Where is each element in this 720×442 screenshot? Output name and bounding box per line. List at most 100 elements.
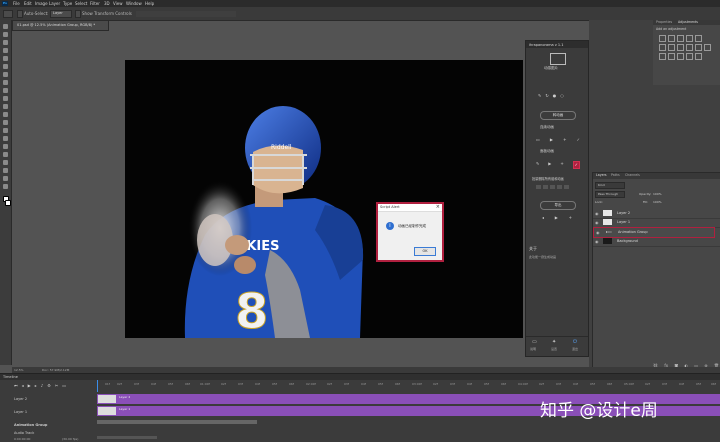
- color-balance-icon[interactable]: [668, 44, 675, 51]
- photo-filter-icon[interactable]: [686, 44, 693, 51]
- auto-select-checkbox[interactable]: [17, 10, 23, 18]
- pen-small-icon[interactable]: ✎: [538, 93, 541, 99]
- pen-icon[interactable]: [3, 136, 8, 141]
- play-icon[interactable]: ▶: [550, 137, 553, 143]
- menu-image[interactable]: Image: [35, 1, 48, 6]
- threshold-icon[interactable]: [677, 53, 684, 60]
- ok-button[interactable]: OK: [414, 247, 436, 256]
- zoom-level[interactable]: 12.5%: [14, 368, 24, 372]
- dodge-icon[interactable]: [3, 128, 8, 133]
- zoom-icon[interactable]: [3, 176, 8, 181]
- menu-window[interactable]: Window: [126, 1, 142, 6]
- gradient-map-icon[interactable]: [686, 53, 693, 60]
- footer-item-2[interactable]: 退出: [572, 347, 578, 351]
- footer-item-0[interactable]: 说明: [530, 347, 536, 351]
- monitor-icon[interactable]: ▭: [532, 339, 537, 345]
- playhead[interactable]: [97, 380, 98, 392]
- move-tool-icon[interactable]: [3, 10, 13, 18]
- eyedropper-icon[interactable]: [3, 64, 8, 69]
- show-transform-checkbox[interactable]: [75, 10, 81, 18]
- channel-mixer-icon[interactable]: [695, 44, 702, 51]
- posterize-icon[interactable]: [668, 53, 675, 60]
- eraser-icon[interactable]: [3, 104, 8, 109]
- lasso-icon[interactable]: [3, 40, 8, 45]
- tab-properties[interactable]: Properties: [656, 20, 672, 24]
- menu-type[interactable]: Type: [63, 1, 72, 6]
- eye-icon[interactable]: ◉: [596, 230, 600, 235]
- footer-item-1[interactable]: 设置: [551, 347, 557, 351]
- exposure-icon[interactable]: [686, 35, 693, 42]
- track-label[interactable]: Layer 2: [14, 397, 27, 401]
- eye-icon[interactable]: ◉: [595, 220, 599, 225]
- type-icon[interactable]: [3, 144, 8, 149]
- plus2-icon[interactable]: +: [560, 161, 563, 169]
- power-icon[interactable]: ⏻: [573, 339, 577, 345]
- convert-animation-button[interactable]: 转动画: [540, 111, 576, 120]
- tab-adjustments[interactable]: Adjustments: [678, 20, 698, 24]
- close-icon[interactable]: ×: [436, 204, 440, 210]
- blend-mode-select[interactable]: Pass Through: [595, 191, 625, 198]
- check-highlighted-icon[interactable]: ✓: [572, 161, 580, 169]
- menu-layer[interactable]: Layer: [49, 1, 60, 6]
- invert-icon[interactable]: [659, 53, 666, 60]
- vibrance-icon[interactable]: [695, 35, 702, 42]
- move-icon[interactable]: [3, 24, 8, 29]
- opacity-value[interactable]: 100%: [653, 192, 662, 196]
- align-buttons[interactable]: [135, 10, 237, 18]
- path-select-icon[interactable]: [3, 152, 8, 157]
- settings-icon[interactable]: ✦: [552, 339, 556, 345]
- split-icon[interactable]: ✂: [55, 383, 58, 389]
- tab-channels[interactable]: Channels: [625, 173, 640, 177]
- menu-help[interactable]: Help: [145, 1, 154, 6]
- document-tab[interactable]: 01.psd @ 12.5% (Animation Group, RGB/8) …: [12, 20, 109, 31]
- plus-icon[interactable]: +: [563, 137, 566, 143]
- quick-select-icon[interactable]: [3, 48, 8, 53]
- marquee-icon[interactable]: [3, 32, 8, 37]
- prev-icon[interactable]: ◂: [542, 215, 544, 221]
- prev-frame-icon[interactable]: ◂: [22, 383, 24, 389]
- brush-small-icon[interactable]: ✎: [536, 161, 539, 169]
- hand-icon[interactable]: [3, 168, 8, 173]
- selective-color-icon[interactable]: [695, 53, 702, 60]
- track-label[interactable]: Animation Group: [14, 423, 47, 427]
- curves-icon[interactable]: [677, 35, 684, 42]
- export-button[interactable]: 导出: [540, 201, 576, 210]
- menu-file[interactable]: File: [13, 1, 20, 6]
- shape-icon[interactable]: [3, 160, 8, 165]
- tab-layers[interactable]: Layers: [596, 173, 607, 177]
- brush-icon[interactable]: [3, 80, 8, 85]
- zoom-slider[interactable]: [97, 436, 157, 439]
- history-brush-icon[interactable]: [3, 96, 8, 101]
- check-icon[interactable]: ✓: [577, 137, 580, 143]
- lookup-icon[interactable]: [704, 44, 711, 51]
- tab-paths[interactable]: Paths: [611, 173, 620, 177]
- first-frame-icon[interactable]: ⏮: [14, 383, 18, 389]
- play-button-icon[interactable]: ▶: [28, 383, 31, 389]
- menu-filter[interactable]: Filter: [90, 1, 100, 6]
- crop-icon[interactable]: [3, 56, 8, 61]
- number-boxes[interactable]: [536, 185, 580, 190]
- dot-outline-icon[interactable]: ○: [560, 93, 564, 99]
- playback-icons[interactable]: ✎ ↻ ● ○: [538, 93, 578, 99]
- background-color-swatch[interactable]: [5, 200, 11, 206]
- group-bar[interactable]: [97, 420, 257, 424]
- layer-row[interactable]: ◉ Background: [593, 237, 720, 247]
- plus3-icon[interactable]: +: [569, 215, 572, 221]
- menu-select[interactable]: Select: [75, 1, 87, 6]
- brightness-icon[interactable]: [659, 35, 666, 42]
- play3-icon[interactable]: ▶: [555, 215, 558, 221]
- eye-icon[interactable]: ◉: [595, 239, 599, 244]
- doc-icon[interactable]: ▭: [536, 137, 540, 143]
- healing-icon[interactable]: [3, 72, 8, 77]
- auto-select-dropdown[interactable]: Layer: [50, 10, 72, 18]
- stamp-icon[interactable]: [3, 88, 8, 93]
- hue-icon[interactable]: [659, 44, 666, 51]
- menu-3d[interactable]: 3D: [104, 1, 110, 6]
- levels-icon[interactable]: [668, 35, 675, 42]
- more-tools-icon[interactable]: [3, 184, 8, 189]
- play2-icon[interactable]: ▶: [548, 161, 551, 169]
- menu-edit[interactable]: Edit: [24, 1, 32, 6]
- bw-icon[interactable]: [677, 44, 684, 51]
- transition-icon[interactable]: ▭: [62, 383, 66, 389]
- fill-value[interactable]: 100%: [653, 200, 662, 204]
